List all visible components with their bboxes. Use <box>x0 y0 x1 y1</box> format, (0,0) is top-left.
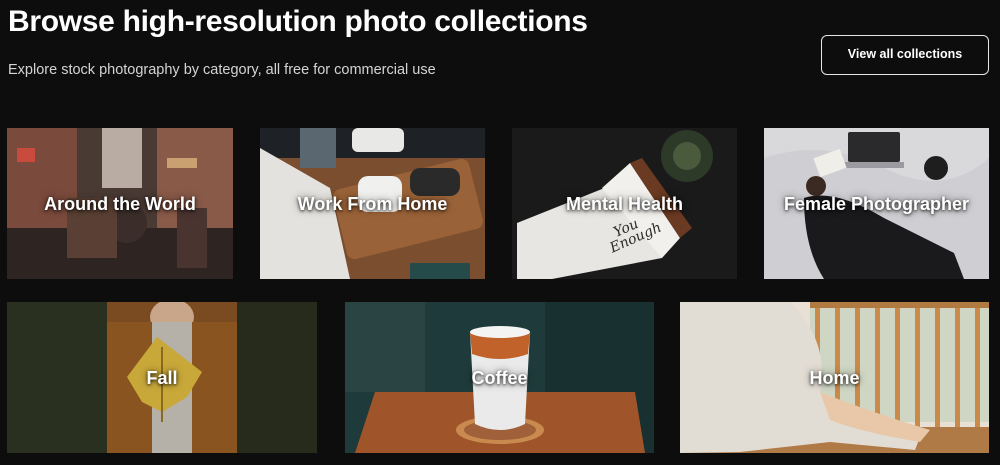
collection-label: Mental Health <box>565 193 684 214</box>
collections-section: Browse high-resolution photo collections… <box>0 0 1000 465</box>
collection-tile-coffee[interactable]: Coffee <box>345 302 654 453</box>
collection-tile-fall[interactable]: Fall <box>7 302 317 453</box>
collection-label: Around the World <box>44 193 196 214</box>
collection-label: Home <box>809 367 860 388</box>
collection-tile-home[interactable]: Home <box>680 302 989 453</box>
collection-label: Female Photographer <box>783 193 970 214</box>
collection-tile-work-from-home[interactable]: Work From Home <box>260 128 485 279</box>
collection-tile-around-the-world[interactable]: Around the World <box>7 128 233 279</box>
collection-tile-female-photographer[interactable]: Female Photographer <box>764 128 989 279</box>
page-title: Browse high-resolution photo collections <box>8 5 588 38</box>
collection-tile-mental-health[interactable]: You Enough Mental Health <box>512 128 737 279</box>
view-all-collections-button[interactable]: View all collections <box>821 35 989 75</box>
collection-label: Work From Home <box>297 193 448 214</box>
collection-label: Coffee <box>471 367 528 388</box>
page-subtitle: Explore stock photography by category, a… <box>8 62 436 78</box>
collection-label: Fall <box>146 367 178 388</box>
